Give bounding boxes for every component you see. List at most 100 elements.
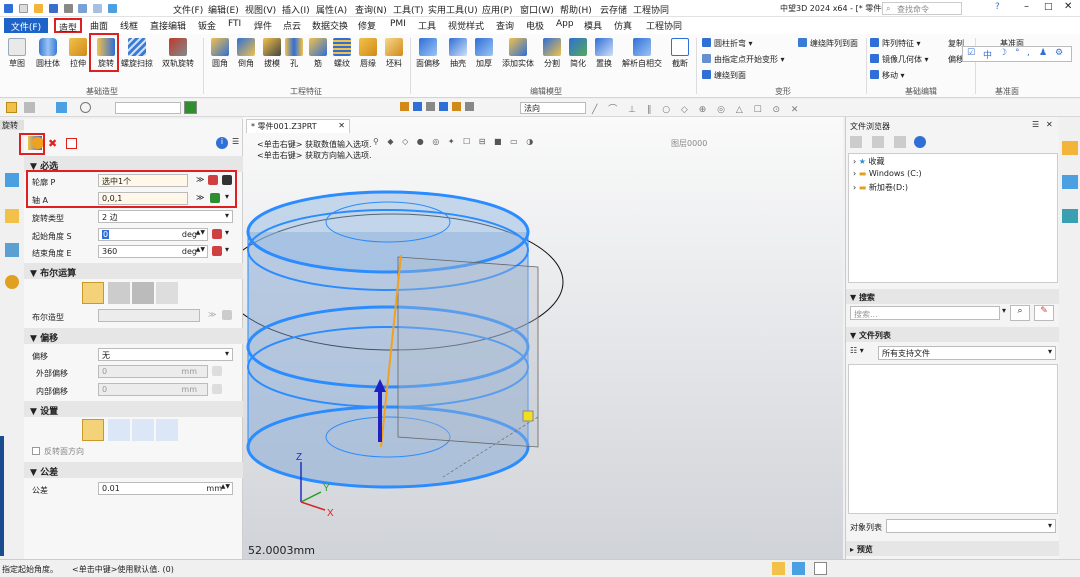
pick-icon[interactable] bbox=[56, 102, 67, 113]
top-menu-11[interactable]: 工程协同 bbox=[633, 3, 669, 16]
boolean-intersect-icon[interactable] bbox=[156, 282, 178, 304]
hole-button[interactable]: 孔 bbox=[284, 38, 304, 69]
maximize-icon[interactable]: □ bbox=[1044, 2, 1053, 12]
top-menu-6[interactable]: 实用工具(U) bbox=[428, 3, 478, 16]
model-view[interactable]: Z Y X bbox=[243, 117, 843, 559]
lip-button[interactable]: 唇缘 bbox=[356, 38, 380, 69]
replace-button[interactable]: 置换 bbox=[592, 38, 616, 69]
chinese-input-icon[interactable]: 中 bbox=[983, 48, 992, 61]
snap-shape-icons[interactable]: ╱ ⌒ ⊥ ∥ ○ ◇ ⊕ ◎ △ ☐ ⊙ ✕ bbox=[592, 102, 862, 115]
status-screen-icon[interactable] bbox=[792, 562, 805, 575]
chamfer-button[interactable]: 倒角 bbox=[234, 38, 258, 69]
top-menu-3[interactable]: 属性(A) bbox=[316, 3, 347, 16]
file-list-section-header[interactable]: ▼ 文件列表 bbox=[846, 327, 1060, 342]
settings-section-header[interactable]: ▼ 设置 bbox=[24, 401, 243, 417]
tab-data-exchange[interactable]: 数据交换 bbox=[312, 19, 348, 32]
add-solid-button[interactable]: 添加实体 bbox=[500, 38, 536, 69]
start-angle-spinner[interactable]: ▲▼ bbox=[196, 229, 205, 236]
redo-icon[interactable] bbox=[93, 4, 103, 13]
forward-icon[interactable] bbox=[872, 136, 884, 148]
undo-icon[interactable] bbox=[78, 4, 88, 13]
top-menu-5[interactable]: 工具(T) bbox=[393, 3, 424, 16]
tab-electrode[interactable]: 电极 bbox=[526, 19, 544, 32]
stock-button[interactable]: 坯料 bbox=[382, 38, 406, 69]
tree-item-c-drive[interactable]: › ▬ Windows (C:) bbox=[853, 169, 922, 178]
circle-select-icon[interactable] bbox=[80, 102, 91, 113]
back-icon[interactable] bbox=[850, 136, 862, 148]
tab-pmi[interactable]: PMI bbox=[390, 19, 406, 29]
top-menu-9[interactable]: 帮助(H) bbox=[560, 3, 592, 16]
split-button[interactable]: 分割 bbox=[540, 38, 564, 69]
top-menu-8[interactable]: 窗口(W) bbox=[520, 3, 554, 16]
start-angle-dropdown-icon[interactable]: ▾ bbox=[225, 228, 229, 237]
simplify-button[interactable]: 简化 bbox=[566, 38, 590, 69]
help-icon[interactable]: ? bbox=[995, 2, 1000, 12]
browser-close-icon[interactable]: ✕ bbox=[1046, 120, 1053, 129]
tab-collaboration[interactable]: 工程协同 bbox=[646, 19, 682, 32]
thread-button[interactable]: 螺纹 bbox=[330, 38, 354, 69]
layer-label[interactable]: 图层0000 bbox=[671, 138, 707, 149]
file-list[interactable] bbox=[848, 364, 1058, 514]
tab-modeling[interactable]: 造型 bbox=[54, 18, 82, 34]
tab-file[interactable]: 文件(F) bbox=[4, 18, 48, 33]
setting-option-3-icon[interactable] bbox=[132, 419, 154, 441]
library-tab-icon[interactable] bbox=[1062, 175, 1078, 189]
command-search-box[interactable]: ⌕ 查找命令 bbox=[882, 2, 962, 15]
normal-direction-dropdown[interactable]: 法向 bbox=[520, 102, 586, 114]
pattern-feature-link[interactable]: 阵列特征 ▾ bbox=[870, 38, 921, 49]
cylinder-bend-link[interactable]: 圆柱折弯 ▾ bbox=[702, 38, 753, 49]
browser-menu-icon[interactable]: ☰ bbox=[1032, 120, 1039, 129]
setting-option-2-icon[interactable] bbox=[108, 419, 130, 441]
top-menu-10[interactable]: 云存储 bbox=[600, 3, 627, 16]
boolean-shape-field[interactable] bbox=[98, 309, 200, 322]
tab-repair[interactable]: 修复 bbox=[358, 19, 376, 32]
tab-wireframe[interactable]: 线框 bbox=[120, 19, 138, 32]
setting-option-4-icon[interactable] bbox=[156, 419, 178, 441]
top-menu-0[interactable]: 编辑(E) bbox=[208, 3, 239, 16]
tab-point-cloud[interactable]: 点云 bbox=[283, 19, 301, 32]
filter-icon[interactable] bbox=[24, 102, 35, 113]
view-palette[interactable]: ☑ 中 ☽ ° , ♟ ⚙ bbox=[962, 46, 1072, 62]
end-angle-spinner[interactable]: ▲▼ bbox=[196, 246, 205, 253]
history-tab-icon[interactable] bbox=[5, 173, 19, 187]
setting-option-1-icon[interactable] bbox=[82, 419, 104, 441]
tab-visual-style[interactable]: 视觉样式 bbox=[448, 19, 484, 32]
top-menu-2[interactable]: 插入(I) bbox=[282, 3, 310, 16]
rebuild-icon[interactable] bbox=[108, 4, 118, 13]
boolean-subtract-icon[interactable] bbox=[132, 282, 154, 304]
view-tab-icon[interactable] bbox=[5, 243, 19, 257]
comma-icon[interactable]: , bbox=[1027, 48, 1030, 58]
wrap-to-face-link[interactable]: 缠绕到面 bbox=[702, 70, 746, 81]
folder-tab-icon[interactable] bbox=[1062, 141, 1078, 155]
graphics-viewport[interactable]: Z Y X <单击右键> 获取数值输入选项. <单击右键> 获取方向输入选项. … bbox=[243, 117, 843, 559]
dot-icon[interactable]: ° bbox=[1015, 48, 1020, 58]
end-angle-input[interactable]: 360 deg ▲▼ bbox=[98, 245, 208, 258]
preview-section-header[interactable]: ▸ 预览 bbox=[846, 541, 1060, 556]
assembly-tab-icon[interactable] bbox=[5, 209, 19, 223]
search-section-header[interactable]: ▼ 搜索 bbox=[846, 289, 1060, 304]
end-angle-dropdown-icon[interactable]: ▾ bbox=[225, 245, 229, 254]
tab-fti[interactable]: FTI bbox=[228, 19, 241, 29]
minimize-icon[interactable]: – bbox=[1024, 1, 1029, 12]
user-icon[interactable]: ♟ bbox=[1039, 48, 1047, 58]
cancel-icon[interactable]: ✖ bbox=[48, 137, 57, 150]
tree-item-favorites[interactable]: › ★ 收藏 bbox=[853, 156, 884, 167]
tab-app[interactable]: App bbox=[556, 19, 574, 29]
status-grid-icon[interactable] bbox=[772, 562, 785, 575]
panel-menu-icon[interactable]: ☰ bbox=[232, 137, 239, 146]
tab-mold[interactable]: 模具 bbox=[584, 19, 602, 32]
shell-button[interactable]: 抽壳 bbox=[446, 38, 470, 69]
moon-icon[interactable]: ☽ bbox=[999, 48, 1007, 58]
cylinder-button[interactable]: 圆柱体 bbox=[34, 38, 62, 69]
tolerance-input[interactable]: 0.01 mm ▲▼ bbox=[98, 482, 233, 495]
resolve-self-intersect-button[interactable]: 解析自相交 bbox=[620, 38, 664, 69]
print-icon[interactable] bbox=[63, 4, 73, 13]
tab-simulation[interactable]: 仿真 bbox=[614, 19, 632, 32]
boolean-base-icon[interactable] bbox=[82, 282, 104, 304]
tab-inquiry[interactable]: 查询 bbox=[496, 19, 514, 32]
folder-tree[interactable]: › ★ 收藏 › ▬ Windows (C:) › ▬ 新加卷(D:) bbox=[848, 153, 1058, 283]
rib-button[interactable]: 筋 bbox=[308, 38, 328, 69]
clear-search-button[interactable]: ✎ bbox=[1034, 305, 1054, 321]
mirror-geometry-link[interactable]: 镜像几何体 ▾ bbox=[870, 54, 929, 65]
sketch-button[interactable]: 草图 bbox=[4, 38, 30, 69]
